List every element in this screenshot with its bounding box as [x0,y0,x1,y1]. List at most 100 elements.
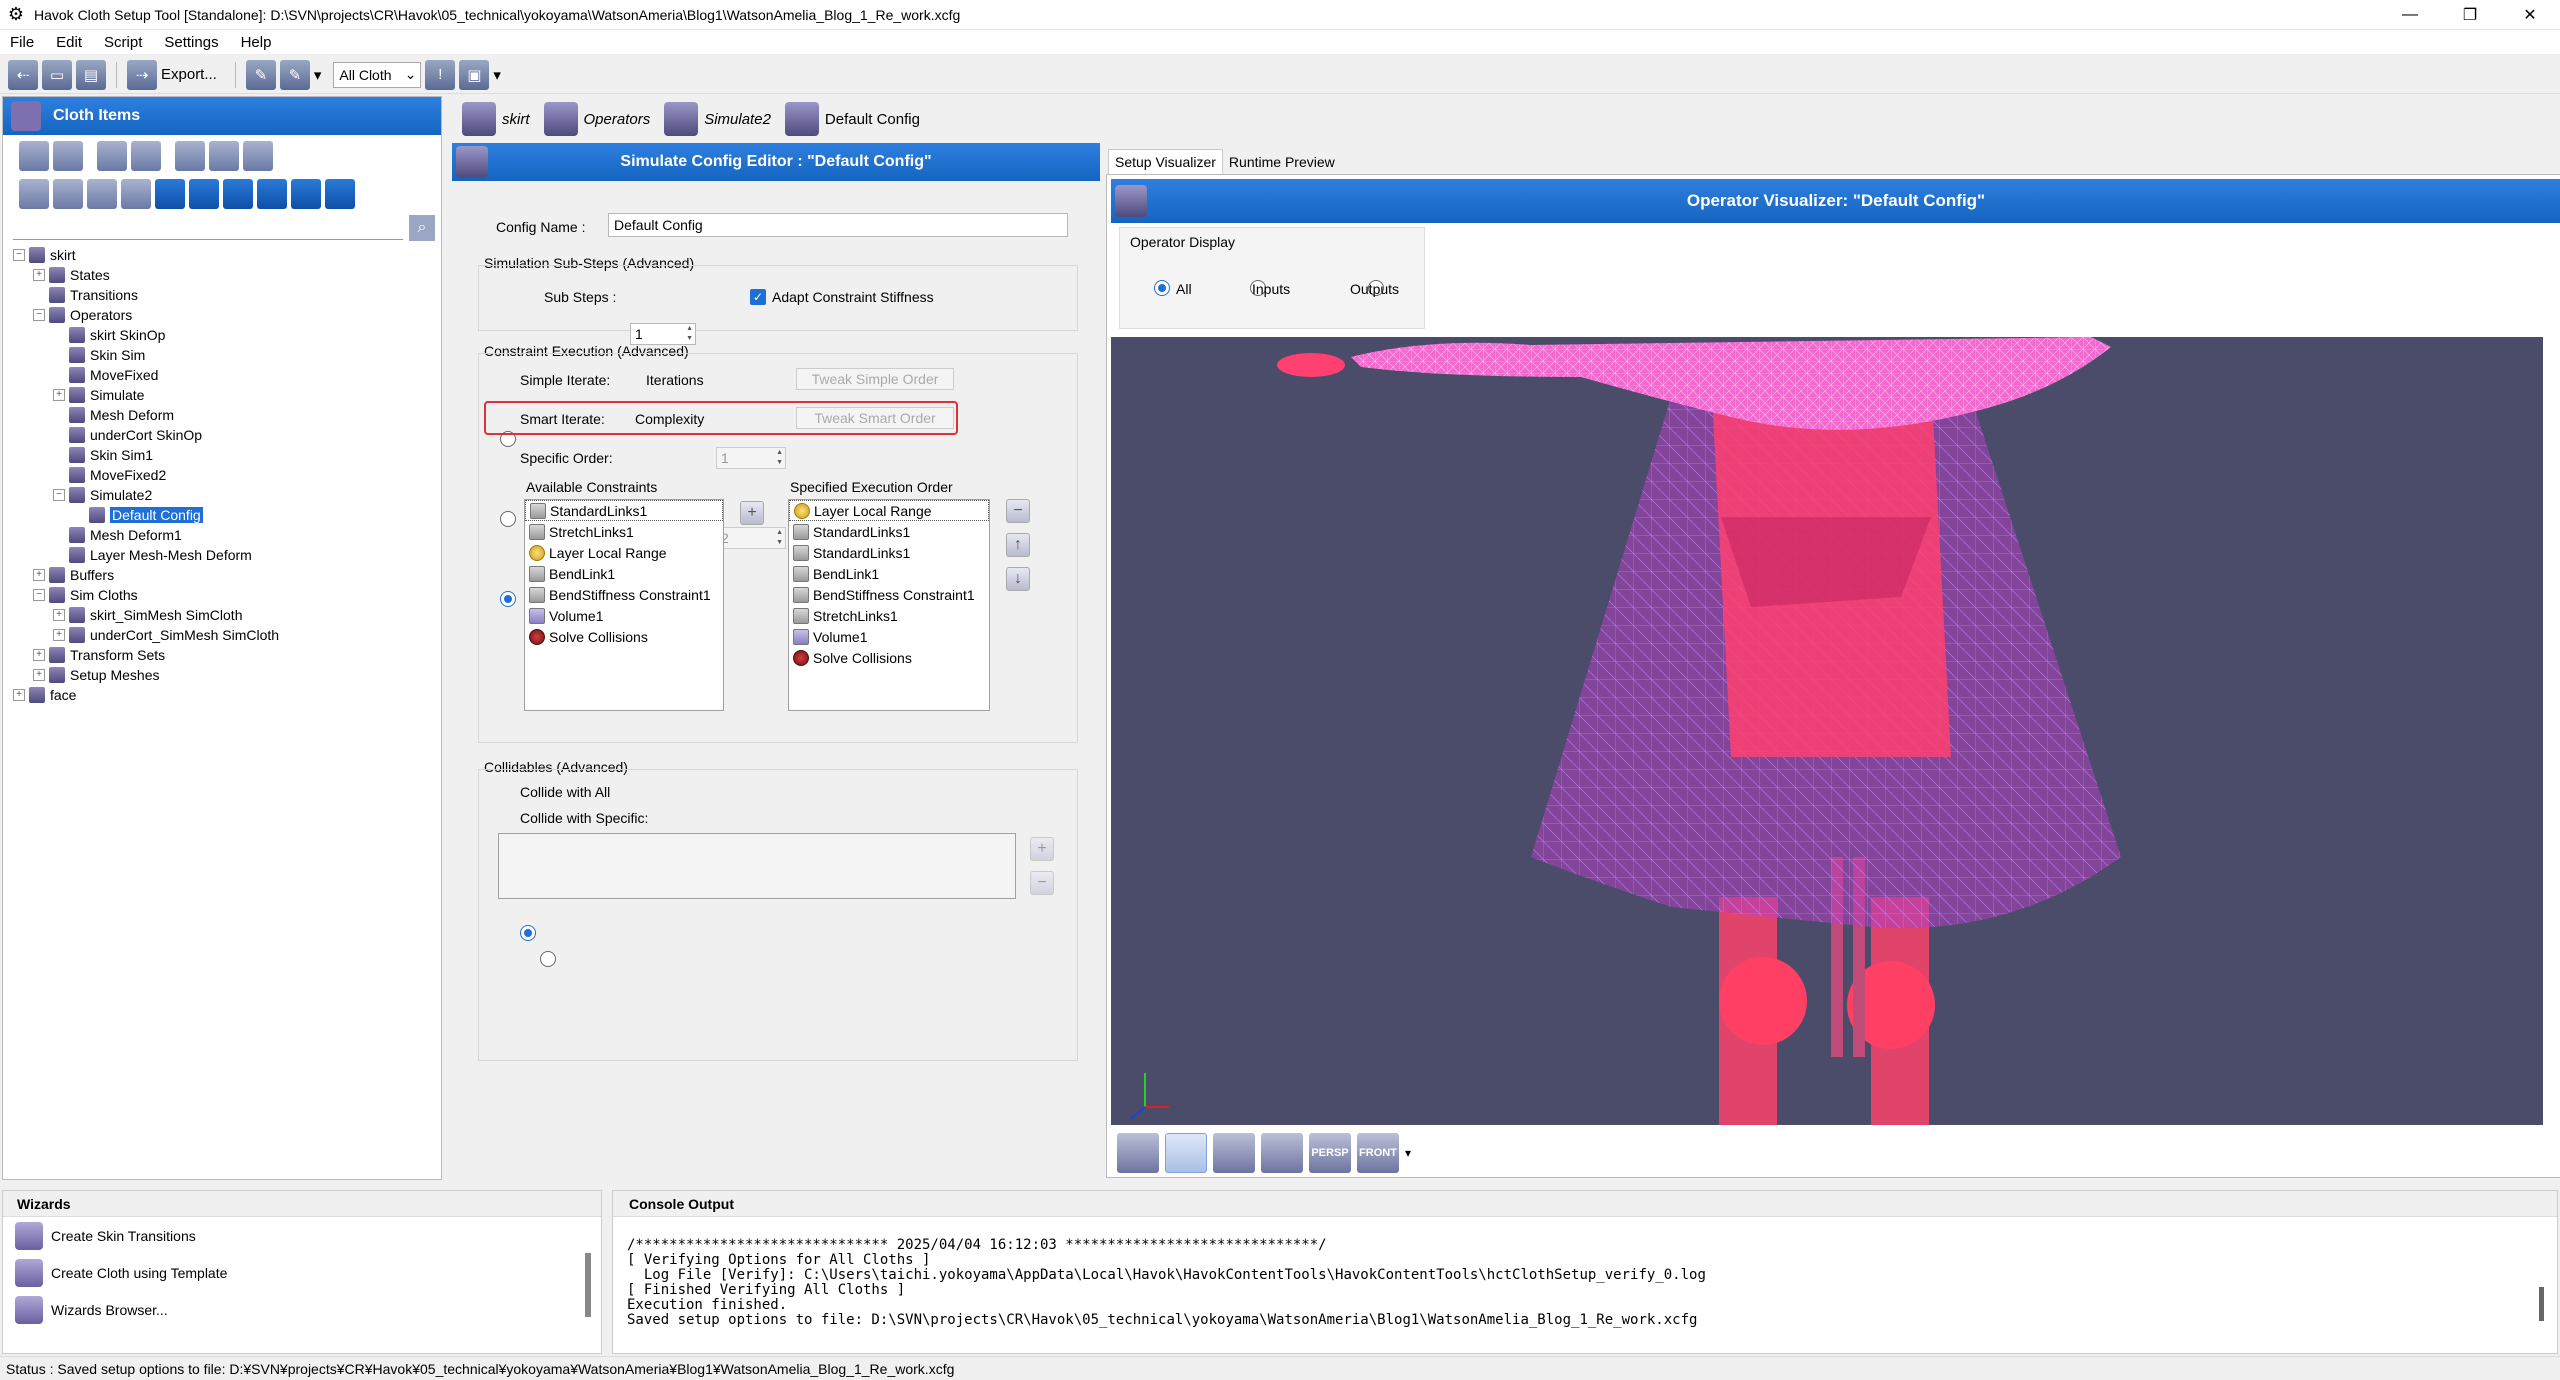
tree-item[interactable]: − Sim Cloths [13,585,441,605]
expand-icon[interactable]: + [53,389,65,401]
grid-icon[interactable] [1261,1133,1303,1173]
redo-icon[interactable] [53,141,83,171]
add-sim-cloth-icon[interactable] [121,179,151,209]
constraint-item[interactable]: StandardLinks1 [789,542,989,563]
adapt-stiffness-checkbox[interactable]: ✓ [750,289,766,305]
tree-item[interactable]: + Transform Sets [13,645,441,665]
tree-item[interactable]: + underCort_SimMesh SimCloth [13,625,441,645]
tree-item[interactable]: MoveFixed2 [13,465,441,485]
constraint-item[interactable]: BendLink1 [525,563,723,584]
tree-item[interactable]: Skin Sim1 [13,445,441,465]
tab-skirt[interactable]: skirt [462,102,530,136]
preview-icon[interactable]: ▣ [459,59,490,90]
tab-setup-visualizer[interactable]: Setup Visualizer [1108,149,1223,174]
tree-search-input[interactable] [13,216,403,240]
expand-icon[interactable]: + [53,609,65,621]
tree-item[interactable]: − Operators [13,305,441,325]
tab-default-config[interactable]: Default Config [784,102,920,136]
constraint-item[interactable]: Volume1 [525,605,723,626]
script-icon[interactable]: ✎ [279,59,310,90]
expand-icon[interactable]: + [33,269,45,281]
move-down-icon[interactable]: ↓ [1006,567,1030,591]
new-icon[interactable]: ⇠ [8,59,38,90]
menu-settings[interactable]: Settings [164,34,218,51]
collidables-list[interactable] [498,833,1016,899]
export-button[interactable]: Export... [161,66,217,83]
constraint-item[interactable]: Volume1 [789,626,989,647]
undo-icon[interactable] [19,141,49,171]
tab-simulate2[interactable]: Simulate2 [664,102,771,136]
add-cloth-icon[interactable] [19,179,49,209]
cloth-view-icon[interactable] [1213,1133,1255,1173]
open-folder-icon[interactable]: ▭ [42,59,72,90]
tree-item[interactable]: Default Config [13,505,441,525]
delete-icon[interactable] [243,141,273,171]
settings-icon[interactable] [97,141,127,171]
view-icon-5[interactable] [291,179,321,209]
menu-help[interactable]: Help [241,34,272,51]
remove-constraint-icon[interactable]: − [1006,499,1030,523]
add-operator-icon[interactable] [53,179,83,209]
tree-item[interactable]: Mesh Deform1 [13,525,441,545]
constraint-item[interactable]: Solve Collisions [789,647,989,668]
console-scrollbar[interactable] [2539,1287,2544,1321]
menu-script[interactable]: Script [104,34,142,51]
export-icon[interactable]: ⇢ [127,59,157,90]
expand-icon[interactable]: + [13,689,25,701]
wizard-create-skin-transitions[interactable]: Create Skin Transitions [3,1217,601,1254]
tree-item[interactable]: + Buffers [13,565,441,585]
copy-icon[interactable] [209,141,239,171]
pin-view-icon[interactable] [1165,1133,1207,1173]
expand-icon[interactable]: + [33,669,45,681]
tree-item[interactable]: + Simulate [13,385,441,405]
complexity-spinner[interactable]: 2 [716,527,786,549]
tree-item[interactable]: Layer Mesh-Mesh Deform [13,545,441,565]
constraint-item[interactable]: StandardLinks1 [525,500,723,521]
reset-view-icon[interactable] [1117,1133,1159,1173]
constraint-item[interactable]: StretchLinks1 [789,605,989,626]
collapse-icon[interactable]: − [53,489,65,501]
save-icon[interactable]: ▤ [76,59,106,90]
add-collidable-icon[interactable]: + [1030,837,1054,861]
tree-item[interactable]: MoveFixed [13,365,441,385]
tree-item[interactable]: + Setup Meshes [13,665,441,685]
constraint-item[interactable]: Layer Local Range [789,500,989,521]
close-button[interactable]: ✕ [2500,0,2560,30]
tweak-simple-order-button[interactable]: Tweak Simple Order [796,368,954,390]
specific-order-radio[interactable] [500,591,516,607]
tree-item[interactable]: Skin Sim [13,345,441,365]
collapse-icon[interactable]: − [33,309,45,321]
perspective-camera-button[interactable]: PERSP [1309,1133,1351,1173]
wizards-scrollbar[interactable] [585,1253,591,1317]
expand-icon[interactable]: + [33,569,45,581]
constraint-item[interactable]: BendStiffness Constraint1 [525,584,723,605]
tree-item[interactable]: − Simulate2 [13,485,441,505]
constraint-item[interactable]: BendStiffness Constraint1 [789,584,989,605]
document-icon[interactable] [131,141,161,171]
menu-edit[interactable]: Edit [56,34,82,51]
view-icon-2[interactable] [189,179,219,209]
tree-item[interactable]: Transitions [13,285,441,305]
remove-collidable-icon[interactable]: − [1030,871,1054,895]
tab-operators[interactable]: Operators [543,102,650,136]
3d-viewport[interactable] [1111,337,2543,1125]
expand-icon[interactable]: + [53,629,65,641]
preview-dropdown-icon[interactable]: ▾ [493,66,501,84]
config-name-input[interactable]: Default Config [608,213,1068,237]
cloth-select[interactable]: All Cloth ⌄ [333,61,422,88]
available-constraints-list[interactable]: StandardLinks1 StretchLinks1 Layer Local R… [524,499,724,711]
verify-icon[interactable]: ! [425,59,456,90]
tree-item[interactable]: + States [13,265,441,285]
tree-item[interactable]: Mesh Deform [13,405,441,425]
camera-dropdown-icon[interactable]: ▾ [1405,1146,1411,1160]
tree-item[interactable]: skirt SkinOp [13,325,441,345]
add-buffer-icon[interactable] [87,179,117,209]
iterations-spinner[interactable]: 1 [716,447,786,469]
constraint-item[interactable]: BendLink1 [789,563,989,584]
search-icon[interactable]: ⌕ [409,215,435,241]
tree-item[interactable]: − skirt [13,245,441,265]
substeps-spinner[interactable]: 1 [630,323,696,345]
constraint-item[interactable]: StretchLinks1 [525,521,723,542]
collide-all-radio[interactable] [519,925,536,941]
tab-runtime-preview[interactable]: Runtime Preview [1223,150,1341,174]
